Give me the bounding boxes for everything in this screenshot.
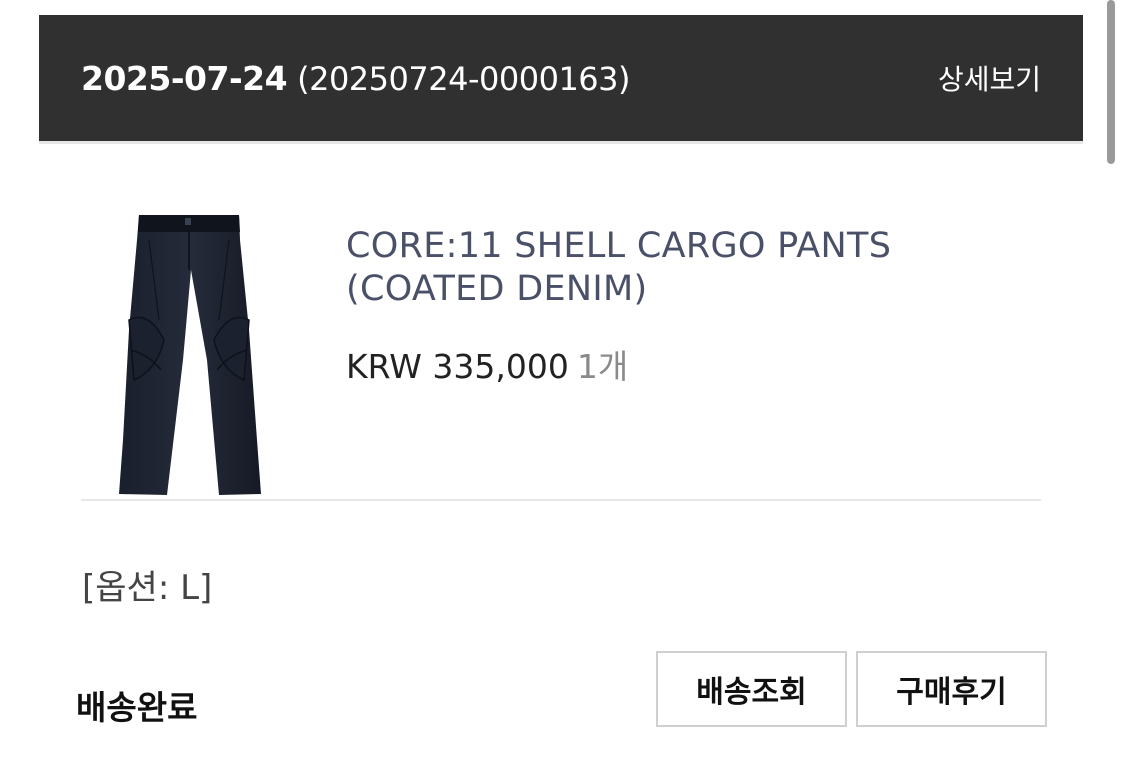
write-review-button[interactable]: 구매후기: [856, 651, 1047, 727]
scrollbar[interactable]: [1107, 0, 1115, 164]
product-name[interactable]: CORE:11 SHELL CARGO PANTS (COATED DENIM): [346, 225, 986, 311]
divider: [81, 499, 1041, 501]
order-header: 2025-07-24 (20250724-0000163) 상세보기: [39, 15, 1083, 141]
delivery-status: 배송완료: [76, 688, 198, 727]
product-name-line1: CORE:11 SHELL CARGO PANTS: [346, 226, 892, 266]
price-line: KRW 335,000 1개: [346, 340, 628, 388]
order-info: 2025-07-24 (20250724-0000163): [81, 59, 630, 98]
detail-link[interactable]: 상세보기: [938, 58, 1041, 98]
product-option: [옵션: L]: [82, 568, 213, 608]
product-name-line2: (COATED DENIM): [346, 269, 648, 309]
track-delivery-button[interactable]: 배송조회: [656, 651, 847, 727]
pants-image[interactable]: [109, 210, 269, 495]
product-price: KRW 335,000: [346, 347, 569, 386]
product-quantity: 1개: [576, 347, 629, 386]
order-card: 2025-07-24 (20250724-0000163) 상세보기 CORE:…: [39, 15, 1083, 727]
order-number: (20250724-0000163): [297, 59, 630, 98]
order-date: 2025-07-24: [81, 58, 288, 98]
header-divider: [39, 141, 1083, 144]
